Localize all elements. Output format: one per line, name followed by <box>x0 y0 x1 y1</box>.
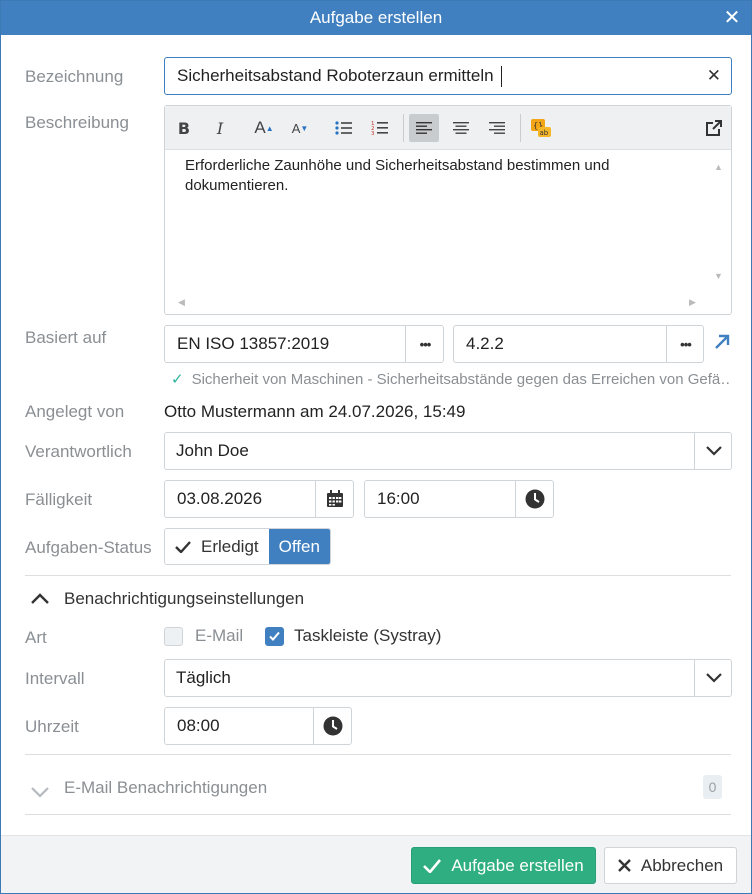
email-checkbox-box[interactable] <box>164 626 183 646</box>
italic-icon[interactable]: I <box>205 114 235 142</box>
editor-toolbar: B I A ▲ A ▼ 123 {} ab <box>165 106 731 150</box>
section-divider <box>25 754 731 755</box>
verantwortlich-value: John Doe <box>176 441 249 460</box>
norm-hint-text: Sicherheit von Maschinen - Sicherheitsab… <box>191 371 731 388</box>
email-checkbox[interactable]: E-Mail <box>164 626 243 646</box>
scroll-up-arrow[interactable]: ▲ <box>714 162 723 172</box>
create-task-dialog: Aufgabe erstellen ✕ Bezeichnung Sicherhe… <box>0 0 752 894</box>
due-date-input[interactable]: 03.08.2026 <box>164 480 354 518</box>
faelligkeit-label: Fälligkeit <box>25 490 93 509</box>
due-date-value: 03.08.2026 <box>177 489 263 508</box>
due-time-value: 16:00 <box>377 489 420 508</box>
font-size-increase-icon[interactable]: A ▲ <box>249 114 279 142</box>
norm-hint: ✓ Sicherheit von Maschinen - Sicherheitsa… <box>171 370 731 388</box>
clock-icon[interactable] <box>313 708 352 744</box>
chevron-down-icon <box>31 787 49 798</box>
notifications-title: Benachrichtigungseinstellungen <box>64 589 305 608</box>
status-offen-label: Offen <box>278 536 320 556</box>
numbered-list-icon[interactable]: 123 <box>365 114 395 142</box>
taskbar-checkbox-box[interactable] <box>265 626 284 646</box>
cancel-label: Abbrechen <box>640 855 724 875</box>
clock-icon[interactable] <box>515 481 554 517</box>
toolbar-separator <box>520 114 521 142</box>
status-erledigt-button[interactable]: Erledigt <box>165 529 269 564</box>
svg-text:3: 3 <box>371 131 375 136</box>
align-left-icon[interactable] <box>409 114 439 142</box>
font-size-decrease-icon[interactable]: A ▼ <box>285 114 315 142</box>
check-icon: ✓ <box>171 371 184 388</box>
create-task-label: Aufgabe erstellen <box>451 855 584 875</box>
norm-value: EN ISO 13857:2019 <box>177 334 330 353</box>
close-icon <box>618 859 631 872</box>
clear-icon[interactable]: ✕ <box>707 58 721 94</box>
uhrzeit-label: Uhrzeit <box>25 717 79 736</box>
email-notifications-count-badge: 0 <box>703 775 722 799</box>
bezeichnung-label: Bezeichnung <box>25 67 124 86</box>
svg-text:ab: ab <box>540 129 549 137</box>
email-checkbox-label: E-Mail <box>195 626 244 645</box>
notifications-collapse-toggle[interactable] <box>31 589 49 609</box>
checkmark-icon <box>423 858 442 873</box>
scroll-left-arrow[interactable]: ◀ <box>178 297 185 308</box>
description-editor[interactable]: B I A ▲ A ▼ 123 {} ab Erforderliche Zaun… <box>164 105 732 315</box>
email-notifications-expand-toggle[interactable] <box>31 783 49 803</box>
intervall-label: Intervall <box>25 669 85 688</box>
description-text: Erforderliche Zaunhöhe und Sicherheitsab… <box>185 157 610 194</box>
chevron-down-icon[interactable] <box>694 660 732 696</box>
taskbar-checkbox-label: Taskleiste (Systray) <box>294 626 442 645</box>
section-browse-button[interactable]: ••• <box>666 326 704 362</box>
status-erledigt-label: Erledigt <box>201 536 259 556</box>
dialog-title: Aufgabe erstellen <box>309 8 443 27</box>
checkmark-icon <box>175 540 191 553</box>
section-divider <box>25 814 731 815</box>
intervall-select[interactable]: Täglich <box>164 659 732 697</box>
beschreibung-label: Beschreibung <box>25 113 129 132</box>
email-notifications-title: E-Mail Benachrichtigungen <box>64 778 268 797</box>
norm-browse-button[interactable]: ••• <box>405 326 444 362</box>
cancel-button[interactable]: Abbrechen <box>604 847 737 884</box>
verantwortlich-select[interactable]: John Doe <box>164 432 732 470</box>
scroll-down-arrow[interactable]: ▼ <box>714 271 723 281</box>
basiert-auf-label: Basiert auf <box>25 328 107 347</box>
status-offen-button[interactable]: Offen <box>268 529 330 564</box>
angelegt-von-label: Angelegt von <box>25 402 125 421</box>
due-time-input[interactable]: 16:00 <box>364 480 554 518</box>
dialog-titlebar: Aufgabe erstellen ✕ <box>1 1 751 35</box>
art-label: Art <box>25 628 47 647</box>
norm-input[interactable]: EN ISO 13857:2019 ••• <box>164 325 444 363</box>
bezeichnung-value: Sicherheitsabstand Roboterzaun ermitteln <box>177 66 494 85</box>
create-task-button[interactable]: Aufgabe erstellen <box>411 847 596 884</box>
open-link-arrow-icon[interactable] <box>713 333 731 356</box>
chevron-down-icon[interactable] <box>694 433 732 469</box>
intervall-value: Täglich <box>176 668 231 687</box>
placeholder-insert-icon[interactable]: {} ab <box>526 114 556 142</box>
bullet-list-icon[interactable] <box>329 114 359 142</box>
external-link-icon[interactable] <box>699 114 729 142</box>
toolbar-separator <box>403 114 404 142</box>
section-input[interactable]: 4.2.2 ••• <box>453 325 704 363</box>
notification-time-input[interactable]: 08:00 <box>164 707 352 745</box>
verantwortlich-label: Verantwortlich <box>25 442 132 461</box>
chevron-up-icon <box>31 593 49 604</box>
angelegt-von-value: Otto Mustermann am 24.07.2026, 15:49 <box>164 402 466 421</box>
bold-icon[interactable]: B <box>169 114 199 142</box>
section-divider <box>25 575 731 576</box>
align-center-icon[interactable] <box>446 114 476 142</box>
section-value: 4.2.2 <box>466 334 504 353</box>
text-cursor <box>501 66 502 87</box>
close-icon[interactable]: ✕ <box>721 1 743 35</box>
status-toggle: Erledigt Offen <box>164 528 331 565</box>
notification-time-value: 08:00 <box>177 716 220 735</box>
status-label: Aufgaben-Status <box>25 538 152 557</box>
align-right-icon[interactable] <box>482 114 512 142</box>
scroll-right-arrow[interactable]: ▶ <box>689 297 696 308</box>
taskbar-checkbox[interactable]: Taskleiste (Systray) <box>265 626 441 646</box>
calendar-icon[interactable] <box>315 481 354 517</box>
bezeichnung-input[interactable]: Sicherheitsabstand Roboterzaun ermitteln… <box>164 57 732 95</box>
